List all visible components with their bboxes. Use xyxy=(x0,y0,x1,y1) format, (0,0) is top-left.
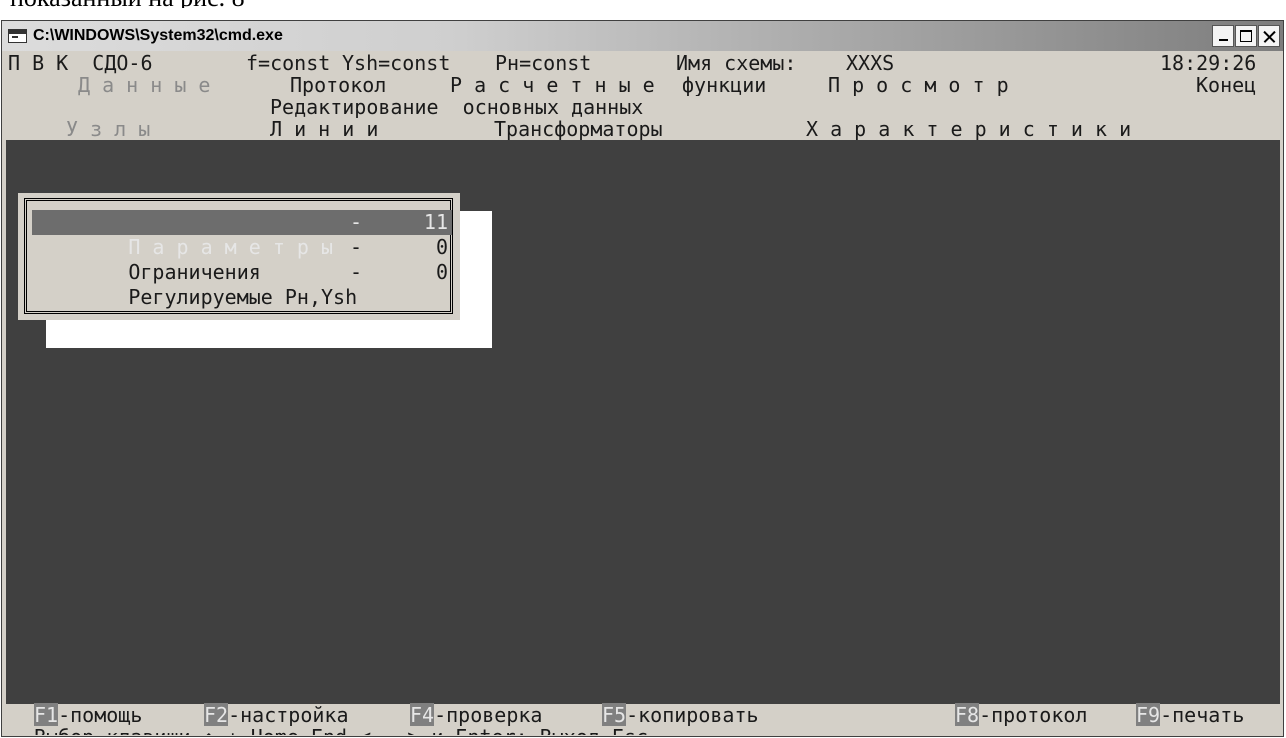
title-bar[interactable]: C:\WINDOWS\System32\cmd.exe xyxy=(2,21,1283,51)
menu-item-view[interactable]: П р о с м о т р xyxy=(828,74,1009,96)
close-icon[interactable] xyxy=(1258,25,1280,47)
hint-text: Выбор-клавиши ↑,↓,Home,End,<-,-> и Enter… xyxy=(34,726,648,735)
menu-item-functions[interactable]: функции xyxy=(682,74,766,96)
sub-menu: У з л ы Л и н и и Трансформаторы Х а р а… xyxy=(6,118,1280,140)
status-ph: Pн=const xyxy=(495,52,592,74)
fkey-copy[interactable]: F5-копировать xyxy=(602,703,759,727)
panel-item-parameters[interactable]: П а р а м е т р ы - 11 xyxy=(32,210,452,259)
function-key-bar: F1-помощь F2-настройка F4-проверка F5-ко… xyxy=(6,703,1280,727)
fkey-code: F4 xyxy=(410,703,435,727)
panel-item-dash: - xyxy=(350,260,363,284)
panel-item-label: Регулируемые Pн,Ysh xyxy=(128,285,358,309)
fkey-check[interactable]: F4-проверка xyxy=(410,703,543,727)
panel-item-regulated[interactable]: Регулируемые Pн,Ysh - 0 xyxy=(32,260,452,309)
fkey-settings[interactable]: F2-настройка xyxy=(204,703,349,727)
panel-item-value: 0 xyxy=(435,260,448,284)
page-caption-fragment: показанный на рис. 8 xyxy=(10,0,245,8)
hint-line: Выбор-клавиши ↑,↓,Home,End,<-,-> и Enter… xyxy=(6,726,1280,735)
section-title-row: Редактирование основных данных xyxy=(6,96,1280,118)
fkey-protocol[interactable]: F8-протокол xyxy=(955,703,1088,727)
fkey-code: F1 xyxy=(34,703,59,727)
app-name: П В К СДО-6 xyxy=(8,52,153,74)
window-title: C:\WINDOWS\System32\cmd.exe xyxy=(33,27,283,44)
scheme-label: Имя схемы: xyxy=(676,52,797,74)
fkey-help[interactable]: F1-помощь xyxy=(34,703,143,727)
menu-item-data[interactable]: Д а н н ы е xyxy=(78,74,210,96)
menu-item-protocol[interactable]: Протокол xyxy=(290,74,386,96)
submenu-item-lines[interactable]: Л и н и и xyxy=(270,118,378,140)
fkey-label: -протокол xyxy=(979,703,1088,727)
window-controls xyxy=(1212,25,1280,47)
fkey-code: F9 xyxy=(1136,703,1161,727)
panel-item-value: 11 xyxy=(423,210,448,234)
status-ysh: Ysh=const xyxy=(342,52,451,74)
fkey-label: -проверка xyxy=(434,703,543,727)
section-title: Редактирование основных данных xyxy=(270,96,644,118)
fkey-label: -копировать xyxy=(626,703,759,727)
parameters-panel: П а р а м е т р ы - 11 Ограничения - 0 Р… xyxy=(18,193,460,320)
fkey-label: -настройка xyxy=(228,703,349,727)
panel-item-value: 0 xyxy=(435,235,448,259)
panel-item-dash: - xyxy=(350,235,363,259)
fkey-code: F5 xyxy=(602,703,627,727)
fkey-code: F2 xyxy=(204,703,229,727)
fkey-label: -помощь xyxy=(58,703,143,727)
main-menu: Д а н н ы е Протокол Р а с ч е т н ы е ф… xyxy=(6,74,1280,96)
submenu-item-nodes[interactable]: У з л ы xyxy=(66,118,150,140)
fkey-label: -печать xyxy=(1160,703,1245,727)
status-f: f=const xyxy=(246,52,331,74)
scheme-name: XXXS xyxy=(846,52,895,74)
menu-item-exit[interactable]: Конец xyxy=(1196,74,1256,96)
submenu-item-transformers[interactable]: Трансформаторы xyxy=(494,118,663,140)
submenu-item-characteristics[interactable]: Х а р а к т е р и с т и к и xyxy=(806,118,1131,140)
fkey-print[interactable]: F9-печать xyxy=(1136,703,1245,727)
console-icon[interactable] xyxy=(8,29,27,43)
panel-item-restrictions[interactable]: Ограничения - 0 xyxy=(32,235,452,284)
cmd-window: C:\WINDOWS\System32\cmd.exe П В К СДО-6 … xyxy=(1,20,1284,737)
minimize-icon[interactable] xyxy=(1212,25,1234,47)
fkey-code: F8 xyxy=(955,703,980,727)
panel-item-dash: - xyxy=(350,210,363,234)
console-area: П В К СДО-6 f=const Ysh=const Pн=const И… xyxy=(6,52,1280,735)
menu-item-calc[interactable]: Р а с ч е т н ы е xyxy=(450,74,655,96)
maximize-icon[interactable] xyxy=(1235,25,1257,47)
clock: 18:29:26 xyxy=(1160,52,1257,74)
status-line: П В К СДО-6 f=const Ysh=const Pн=const И… xyxy=(6,52,1280,74)
